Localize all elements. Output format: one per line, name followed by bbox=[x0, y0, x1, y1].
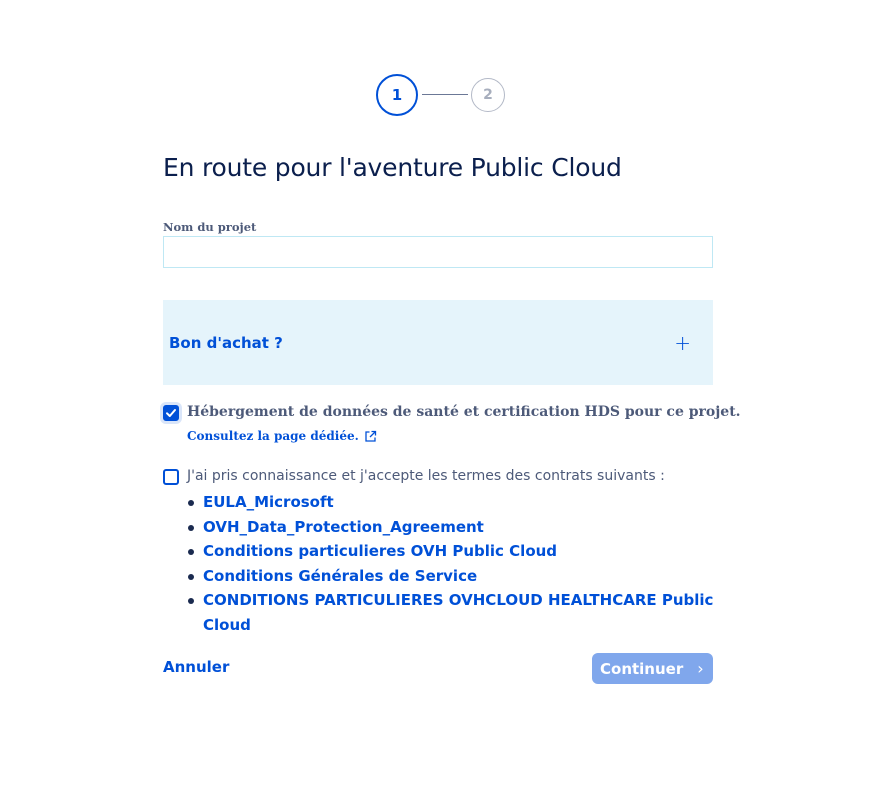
voucher-accordion[interactable]: Bon d'achat ? + bbox=[163, 300, 713, 385]
page-title: En route pour l'aventure Public Cloud bbox=[163, 153, 622, 182]
voucher-label: Bon d'achat ? bbox=[169, 333, 283, 352]
contract-link-healthcare-conditions[interactable]: CONDITIONS PARTICULIERES OVHCLOUD HEALTH… bbox=[203, 591, 713, 634]
project-name-label: Nom du projet bbox=[163, 220, 257, 234]
contract-link-public-cloud-conditions[interactable]: Conditions particulieres OVH Public Clou… bbox=[203, 542, 557, 560]
chevron-right-icon: › bbox=[697, 659, 704, 678]
contract-link-general-conditions[interactable]: Conditions Générales de Service bbox=[203, 567, 477, 585]
hds-description: Hébergement de données de santé et certi… bbox=[187, 404, 741, 420]
hds-info-link[interactable]: Consultez la page dédiée. bbox=[187, 429, 377, 443]
check-icon bbox=[166, 409, 176, 417]
continue-button-label: Continuer bbox=[600, 659, 684, 678]
list-item: OVH_Data_Protection_Agreement bbox=[187, 515, 717, 540]
terms-description: J'ai pris connaissance et j'accepte les … bbox=[187, 468, 665, 484]
hds-checkbox[interactable] bbox=[163, 405, 179, 421]
list-item: EULA_Microsoft bbox=[187, 490, 717, 515]
cancel-button[interactable]: Annuler bbox=[163, 658, 229, 676]
plus-icon: + bbox=[674, 330, 691, 355]
stepper-connector bbox=[422, 94, 468, 95]
hds-info-link-label: Consultez la page dédiée. bbox=[187, 429, 359, 443]
external-link-icon bbox=[364, 430, 377, 443]
contracts-list: EULA_Microsoft OVH_Data_Protection_Agree… bbox=[187, 490, 717, 637]
list-item: CONDITIONS PARTICULIERES OVHCLOUD HEALTH… bbox=[187, 588, 717, 637]
step-2-indicator: 2 bbox=[471, 78, 505, 112]
list-item: Conditions Générales de Service bbox=[187, 564, 717, 589]
terms-checkbox[interactable] bbox=[163, 469, 179, 485]
project-name-input[interactable] bbox=[163, 236, 713, 268]
stepper: 1 2 bbox=[376, 74, 516, 116]
step-1-indicator: 1 bbox=[376, 74, 418, 116]
contract-link-eula-microsoft[interactable]: EULA_Microsoft bbox=[203, 493, 334, 511]
continue-button[interactable]: Continuer › bbox=[592, 653, 713, 684]
list-item: Conditions particulieres OVH Public Clou… bbox=[187, 539, 717, 564]
contract-link-data-protection[interactable]: OVH_Data_Protection_Agreement bbox=[203, 518, 484, 536]
